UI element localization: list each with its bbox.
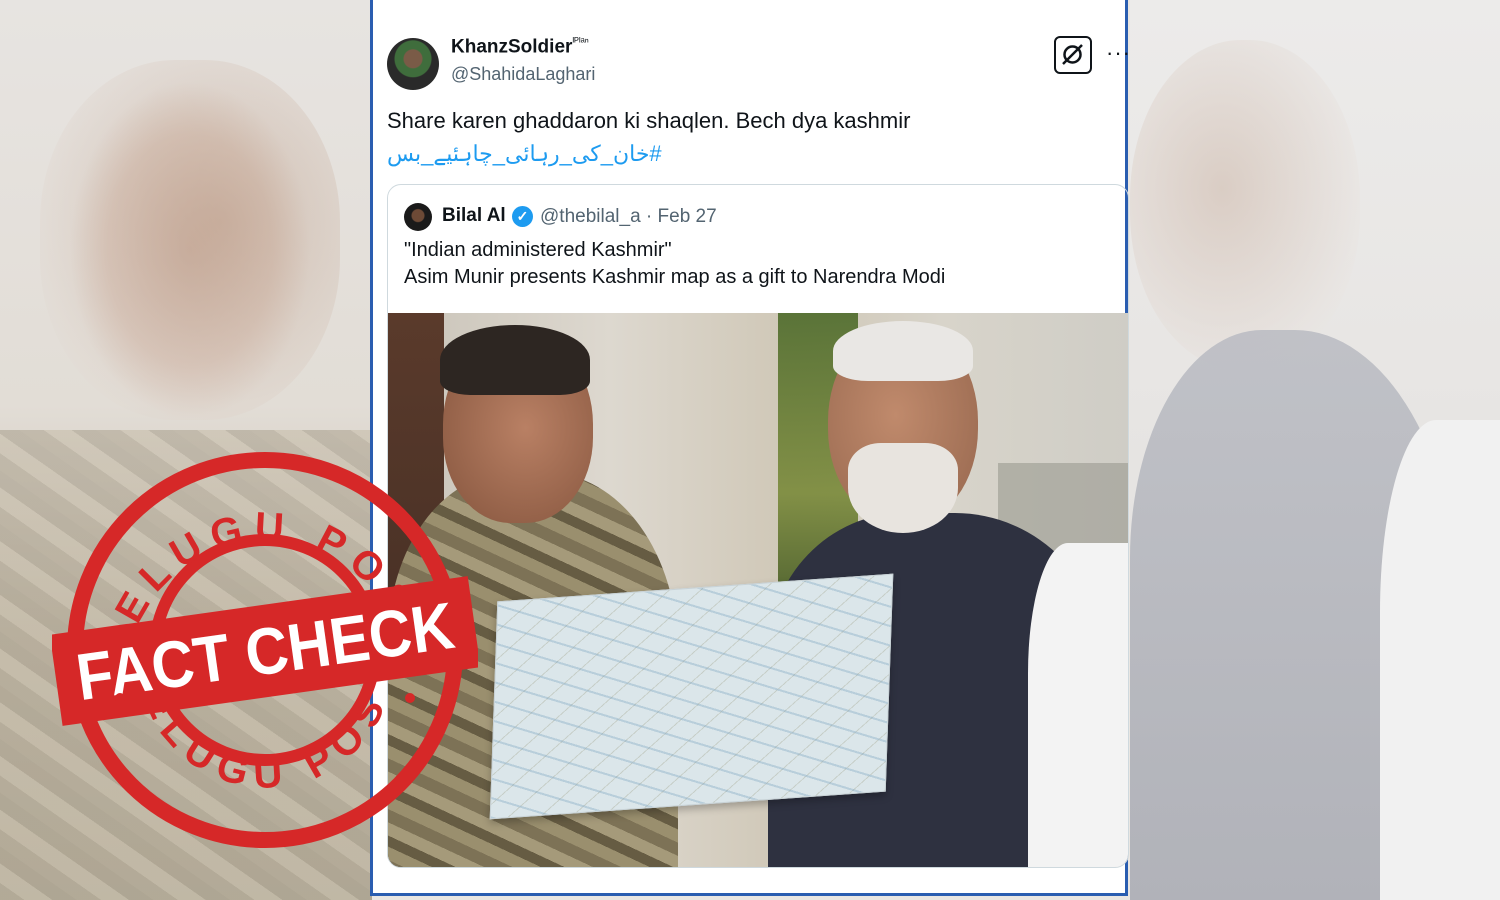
background-head (1130, 40, 1360, 370)
quoted-tweet[interactable]: Bilal Al ✓ @thebilal_a · Feb 27 "Indian … (387, 184, 1129, 868)
background-right-photo (1130, 0, 1500, 900)
hashtag-link[interactable]: #خان_کی_رہائی_چاہئیے_بس (387, 141, 662, 167)
quoted-text-line2: Asim Munir presents Kashmir map as a gif… (404, 266, 946, 288)
stamp-dot-right (405, 693, 415, 703)
quoted-handle-date[interactable]: @thebilal_a · Feb 27 (540, 206, 717, 228)
more-options-icon[interactable]: ··· (1106, 40, 1131, 66)
author-display-name: KhanzSoldier (451, 36, 573, 58)
quoted-text-line1: "Indian administered Kashmir" (404, 239, 672, 261)
author-handle[interactable]: @ShahidaLaghari (451, 64, 595, 85)
author-name-suffix: ᴵᴾᴵᵃⁿ (572, 36, 589, 48)
fact-check-stamp: TELUGU POST TELUGU POST FACT CHECK (52, 450, 478, 848)
photo-man-hair (833, 321, 973, 381)
author-name[interactable]: KhanzSoldierᴵᴾᴵᵃⁿ (451, 36, 589, 58)
photo-general-hair (440, 325, 590, 395)
tweet-photo[interactable] (388, 313, 1128, 867)
verified-badge-icon: ✓ (512, 206, 533, 227)
avatar[interactable] (387, 38, 439, 90)
quoted-author-name[interactable]: Bilal Al (442, 205, 506, 227)
background-face (40, 60, 340, 420)
quoted-avatar[interactable] (404, 203, 432, 231)
tweet-text: Share karen ghaddaron ki shaqlen. Bech d… (387, 108, 911, 133)
photo-man-sleeve (1028, 543, 1128, 867)
stamp-dot-left (115, 693, 125, 703)
photo-map (489, 573, 894, 820)
grok-icon[interactable] (1054, 36, 1092, 74)
photo-man-beard (848, 443, 958, 533)
background-shirt (1380, 420, 1500, 900)
grok-icon-glyph (1062, 44, 1083, 65)
tweet-card: KhanzSoldierᴵᴾᴵᵃⁿ @ShahidaLaghari ··· Sh… (370, 0, 1131, 896)
